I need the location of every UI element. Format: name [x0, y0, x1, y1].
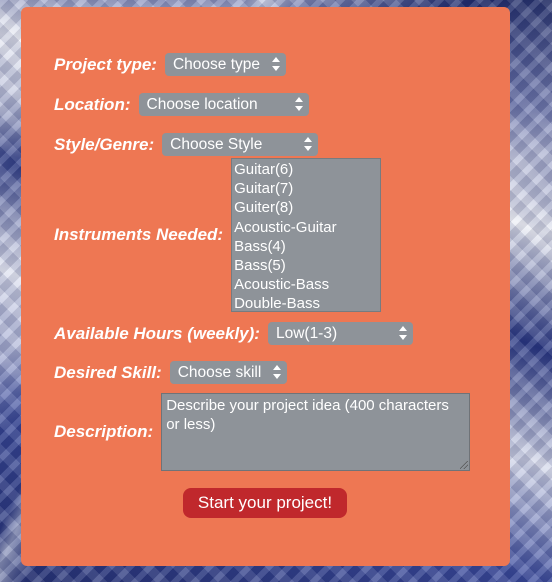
- description-textarea[interactable]: Describe your project idea (400 characte…: [161, 393, 471, 471]
- instrument-option[interactable]: Acoustic-Guitar: [234, 218, 380, 237]
- resize-grip-icon[interactable]: [460, 461, 469, 469]
- hours-label: Available Hours (weekly):: [54, 323, 260, 343]
- location-select[interactable]: Choose location: [138, 93, 309, 116]
- location-row: Location: Choose location: [54, 93, 309, 116]
- hours-value: Low(1-3): [275, 325, 338, 342]
- project-type-row: Project type: Choose type: [54, 53, 286, 76]
- instrument-option[interactable]: Guitar(7): [234, 179, 380, 198]
- instrument-option[interactable]: Guiter(8): [234, 198, 380, 217]
- up-down-chevron-icon: [272, 365, 281, 379]
- description-placeholder: Describe your project idea (400 characte…: [166, 397, 449, 433]
- up-down-chevron-icon: [398, 326, 407, 340]
- skill-select[interactable]: Choose skill: [169, 361, 287, 384]
- instrument-option[interactable]: Bass(4): [234, 237, 380, 256]
- skill-value: Choose skill: [177, 364, 262, 381]
- style-value: Choose Style: [170, 136, 263, 153]
- up-down-chevron-icon: [304, 137, 313, 151]
- location-label: Location:: [54, 94, 131, 114]
- project-type-select[interactable]: Choose type: [164, 53, 286, 76]
- instruments-row: Instruments Needed: Guitar(6) Guitar(7) …: [54, 158, 382, 313]
- style-row: Style/Genre: Choose Style: [54, 133, 319, 156]
- instrument-option[interactable]: Bass(5): [234, 256, 380, 275]
- style-label: Style/Genre:: [54, 134, 155, 154]
- hours-row: Available Hours (weekly): Low(1-3): [54, 322, 413, 345]
- instrument-option[interactable]: Guitar(6): [234, 160, 380, 179]
- project-type-label: Project type:: [54, 54, 157, 74]
- start-project-button[interactable]: Start your project!: [183, 488, 347, 518]
- up-down-chevron-icon: [271, 57, 280, 71]
- project-form: Project type: Choose type Location: Choo…: [21, 7, 510, 566]
- skill-label: Desired Skill:: [54, 362, 162, 382]
- instruments-listbox[interactable]: Guitar(6) Guitar(7) Guiter(8) Acoustic-G…: [231, 158, 382, 313]
- project-type-value: Choose type: [172, 56, 261, 73]
- description-row: Description: Describe your project idea …: [54, 393, 471, 471]
- description-label: Description:: [54, 422, 154, 441]
- style-select[interactable]: Choose Style: [162, 133, 319, 156]
- up-down-chevron-icon: [294, 97, 303, 111]
- location-value: Choose location: [146, 96, 258, 113]
- skill-row: Desired Skill: Choose skill: [54, 361, 287, 384]
- instrument-option[interactable]: Acoustic-Bass: [234, 275, 380, 294]
- instruments-label: Instruments Needed:: [54, 225, 224, 244]
- instrument-option[interactable]: Double-Bass: [234, 294, 380, 313]
- hours-select[interactable]: Low(1-3): [267, 322, 413, 345]
